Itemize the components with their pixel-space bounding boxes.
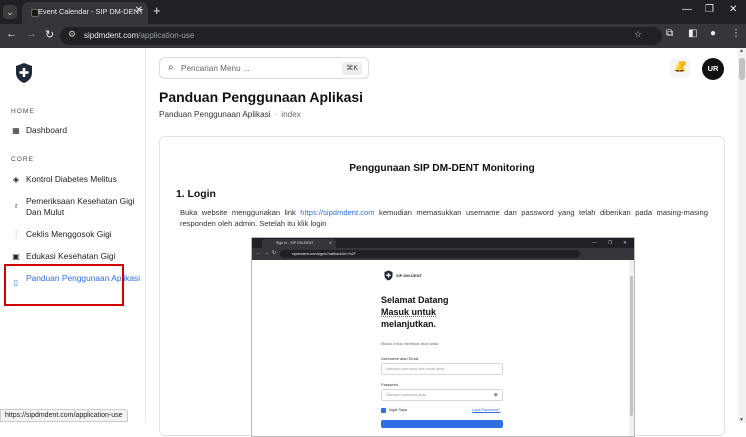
book-icon: ▣ [12, 252, 20, 261]
breadcrumb: Panduan Penggunaan Aplikasi · index [159, 110, 301, 119]
notification-button[interactable]: 🔔 [670, 58, 690, 78]
section-header-core: CORE [11, 156, 35, 163]
screenshot-scrollbar [629, 260, 634, 436]
page-scrollbar[interactable]: ▲ ▼ [738, 48, 746, 423]
breadcrumb-parent[interactable]: Panduan Penggunaan Aplikasi [159, 110, 271, 119]
breadcrumb-separator: · [274, 110, 278, 119]
forward-icon[interactable]: → [26, 28, 37, 40]
sidebar: HOME ▦ Dashboard CORE ◈ Kontrol Diabetes… [0, 48, 146, 423]
tab-title: Event Calendar - SIP DM-DENT [38, 7, 144, 16]
screenshot-content: SIP DM-DENT Selamat Datang Masuk untuk m… [252, 260, 634, 436]
instruction-paragraph: Buka website menggunakan link https://si… [180, 208, 709, 228]
website-link[interactable]: https://sipdmdent.com [300, 208, 374, 217]
page: HOME ▦ Dashboard CORE ◈ Kontrol Diabetes… [0, 48, 746, 437]
scroll-up-icon[interactable]: ▲ [739, 48, 744, 54]
breadcrumb-current: index [281, 110, 301, 119]
extensions-icon[interactable]: ⧉ [666, 28, 673, 39]
scrollbar-thumb[interactable] [739, 58, 745, 80]
toothbrush-icon: ⫶ [15, 230, 17, 239]
screenshot-remember-checkbox [381, 408, 386, 413]
dashboard-icon: ▦ [12, 126, 20, 135]
browser-toolbar: ← → ↻ ⚙ sipdmdent.com/application-use ☆ … [0, 24, 746, 48]
tooth-icon: ♁ [13, 201, 19, 210]
screenshot-tabbar: Sign In - SIP DM-DENT ✕ — ❐ ✕ [252, 238, 634, 248]
close-tab-icon[interactable]: ✕ [135, 5, 143, 16]
sidebar-item-label: Edukasi Kesehatan Gigi [26, 251, 116, 261]
screenshot-logo-text: SIP DM-DENT [396, 273, 422, 278]
browser-titlebar: ⌄ Event Calendar - SIP DM-DENT ✕ + — ❐ ✕ [0, 0, 746, 24]
screenshot-forward-icon: → [264, 250, 269, 256]
screenshot-back-icon: ← [256, 250, 261, 256]
guide-card: Penggunaan SIP DM-DENT Monitoring 1. Log… [159, 136, 725, 437]
screenshot-eye-icon: ◉ [493, 392, 498, 398]
profile-icon[interactable]: ● [710, 28, 716, 39]
screenshot-url: sipdmdent.com/signin?callbackUrl=%2F [280, 250, 580, 258]
screenshot-tab: Sign In - SIP DM-DENT ✕ [262, 239, 336, 248]
section-heading: 1. Login [176, 189, 216, 200]
screenshot-minimize-icon: — [592, 240, 597, 245]
screenshot-username-label: Username atau Email [381, 356, 419, 361]
back-icon[interactable]: ← [6, 28, 17, 40]
screenshot-subtitle: Masuk untuk membuat akun anda [381, 342, 439, 346]
login-screenshot: Sign In - SIP DM-DENT ✕ — ❐ ✕ ← → ↻ sipdm… [251, 237, 635, 437]
browser-menu-icon[interactable]: ⋮ [731, 28, 741, 39]
highlight-box [4, 264, 124, 306]
search-icon: ⌕ [168, 62, 174, 73]
browser-tab[interactable]: Event Calendar - SIP DM-DENT ✕ [22, 2, 148, 24]
section-header-home: HOME [11, 108, 35, 115]
drop-icon: ◈ [12, 175, 20, 184]
address-bar[interactable]: ⚙ sipdmdent.com/application-use ☆ [60, 27, 662, 45]
screenshot-remember-label: Ingat Saya [389, 408, 408, 412]
screenshot-addressbar: ← → ↻ sipdmdent.com/signin?callbackUrl=%… [252, 248, 634, 260]
minimize-icon[interactable]: — [682, 4, 692, 15]
avatar[interactable]: UR [702, 58, 724, 80]
screenshot-password-label: Password [381, 382, 399, 387]
new-tab-button[interactable]: + [153, 3, 161, 18]
search-placeholder: Pencarian Menu ... [181, 64, 250, 73]
screenshot-restore-icon: ❐ [608, 240, 613, 245]
search-shortcut-badge: ⌘K [342, 62, 362, 75]
sidebar-item-label: Dashboard [26, 125, 67, 135]
site-settings-icon[interactable]: ⚙ [68, 29, 76, 40]
reload-icon[interactable]: ↻ [45, 28, 54, 41]
card-title: Penggunaan SIP DM-DENT Monitoring [349, 163, 535, 174]
screenshot-forgot-link: Lupa Password? [472, 408, 501, 412]
notification-dot [681, 61, 686, 66]
side-panel-icon[interactable]: ◧ [688, 28, 697, 39]
scroll-down-icon[interactable]: ▼ [739, 417, 744, 423]
screenshot-username-field: Masukan username atau email anda [381, 363, 503, 375]
tab-search-icon[interactable]: ⌄ [3, 5, 17, 19]
status-bar-url: https://sipdmdent.com/application-use [0, 409, 128, 422]
close-window-icon[interactable]: ✕ [729, 4, 737, 15]
bookmark-star-icon[interactable]: ☆ [634, 29, 642, 40]
search-input[interactable]: ⌕ Pencarian Menu ... ⌘K [159, 57, 369, 79]
screenshot-password-field: Masukan password anda ◉ [381, 389, 503, 401]
app-logo-icon[interactable] [15, 62, 33, 84]
screenshot-login-button [381, 420, 503, 428]
restore-icon[interactable]: ❐ [705, 4, 714, 15]
sidebar-item-label: Pemeriksaan Kesehatan Gigi Dan Mulut [26, 196, 135, 217]
page-title: Panduan Penggunaan Aplikasi [159, 89, 364, 105]
screenshot-reload-icon: ↻ [272, 250, 277, 256]
screenshot-close-icon: ✕ [623, 240, 627, 245]
url-text: sipdmdent.com/application-use [84, 31, 195, 40]
sidebar-item-label: Ceklis Menggosok Gigi [26, 229, 112, 239]
screenshot-welcome: Selamat Datang Masuk untuk melanjutkan. [381, 295, 449, 329]
sidebar-item-label: Kontrol Diabetes Melitus [26, 174, 117, 184]
main-content: ⌕ Pencarian Menu ... ⌘K 🔔 UR Panduan Pen… [146, 48, 738, 437]
screenshot-logo-icon [384, 270, 393, 281]
